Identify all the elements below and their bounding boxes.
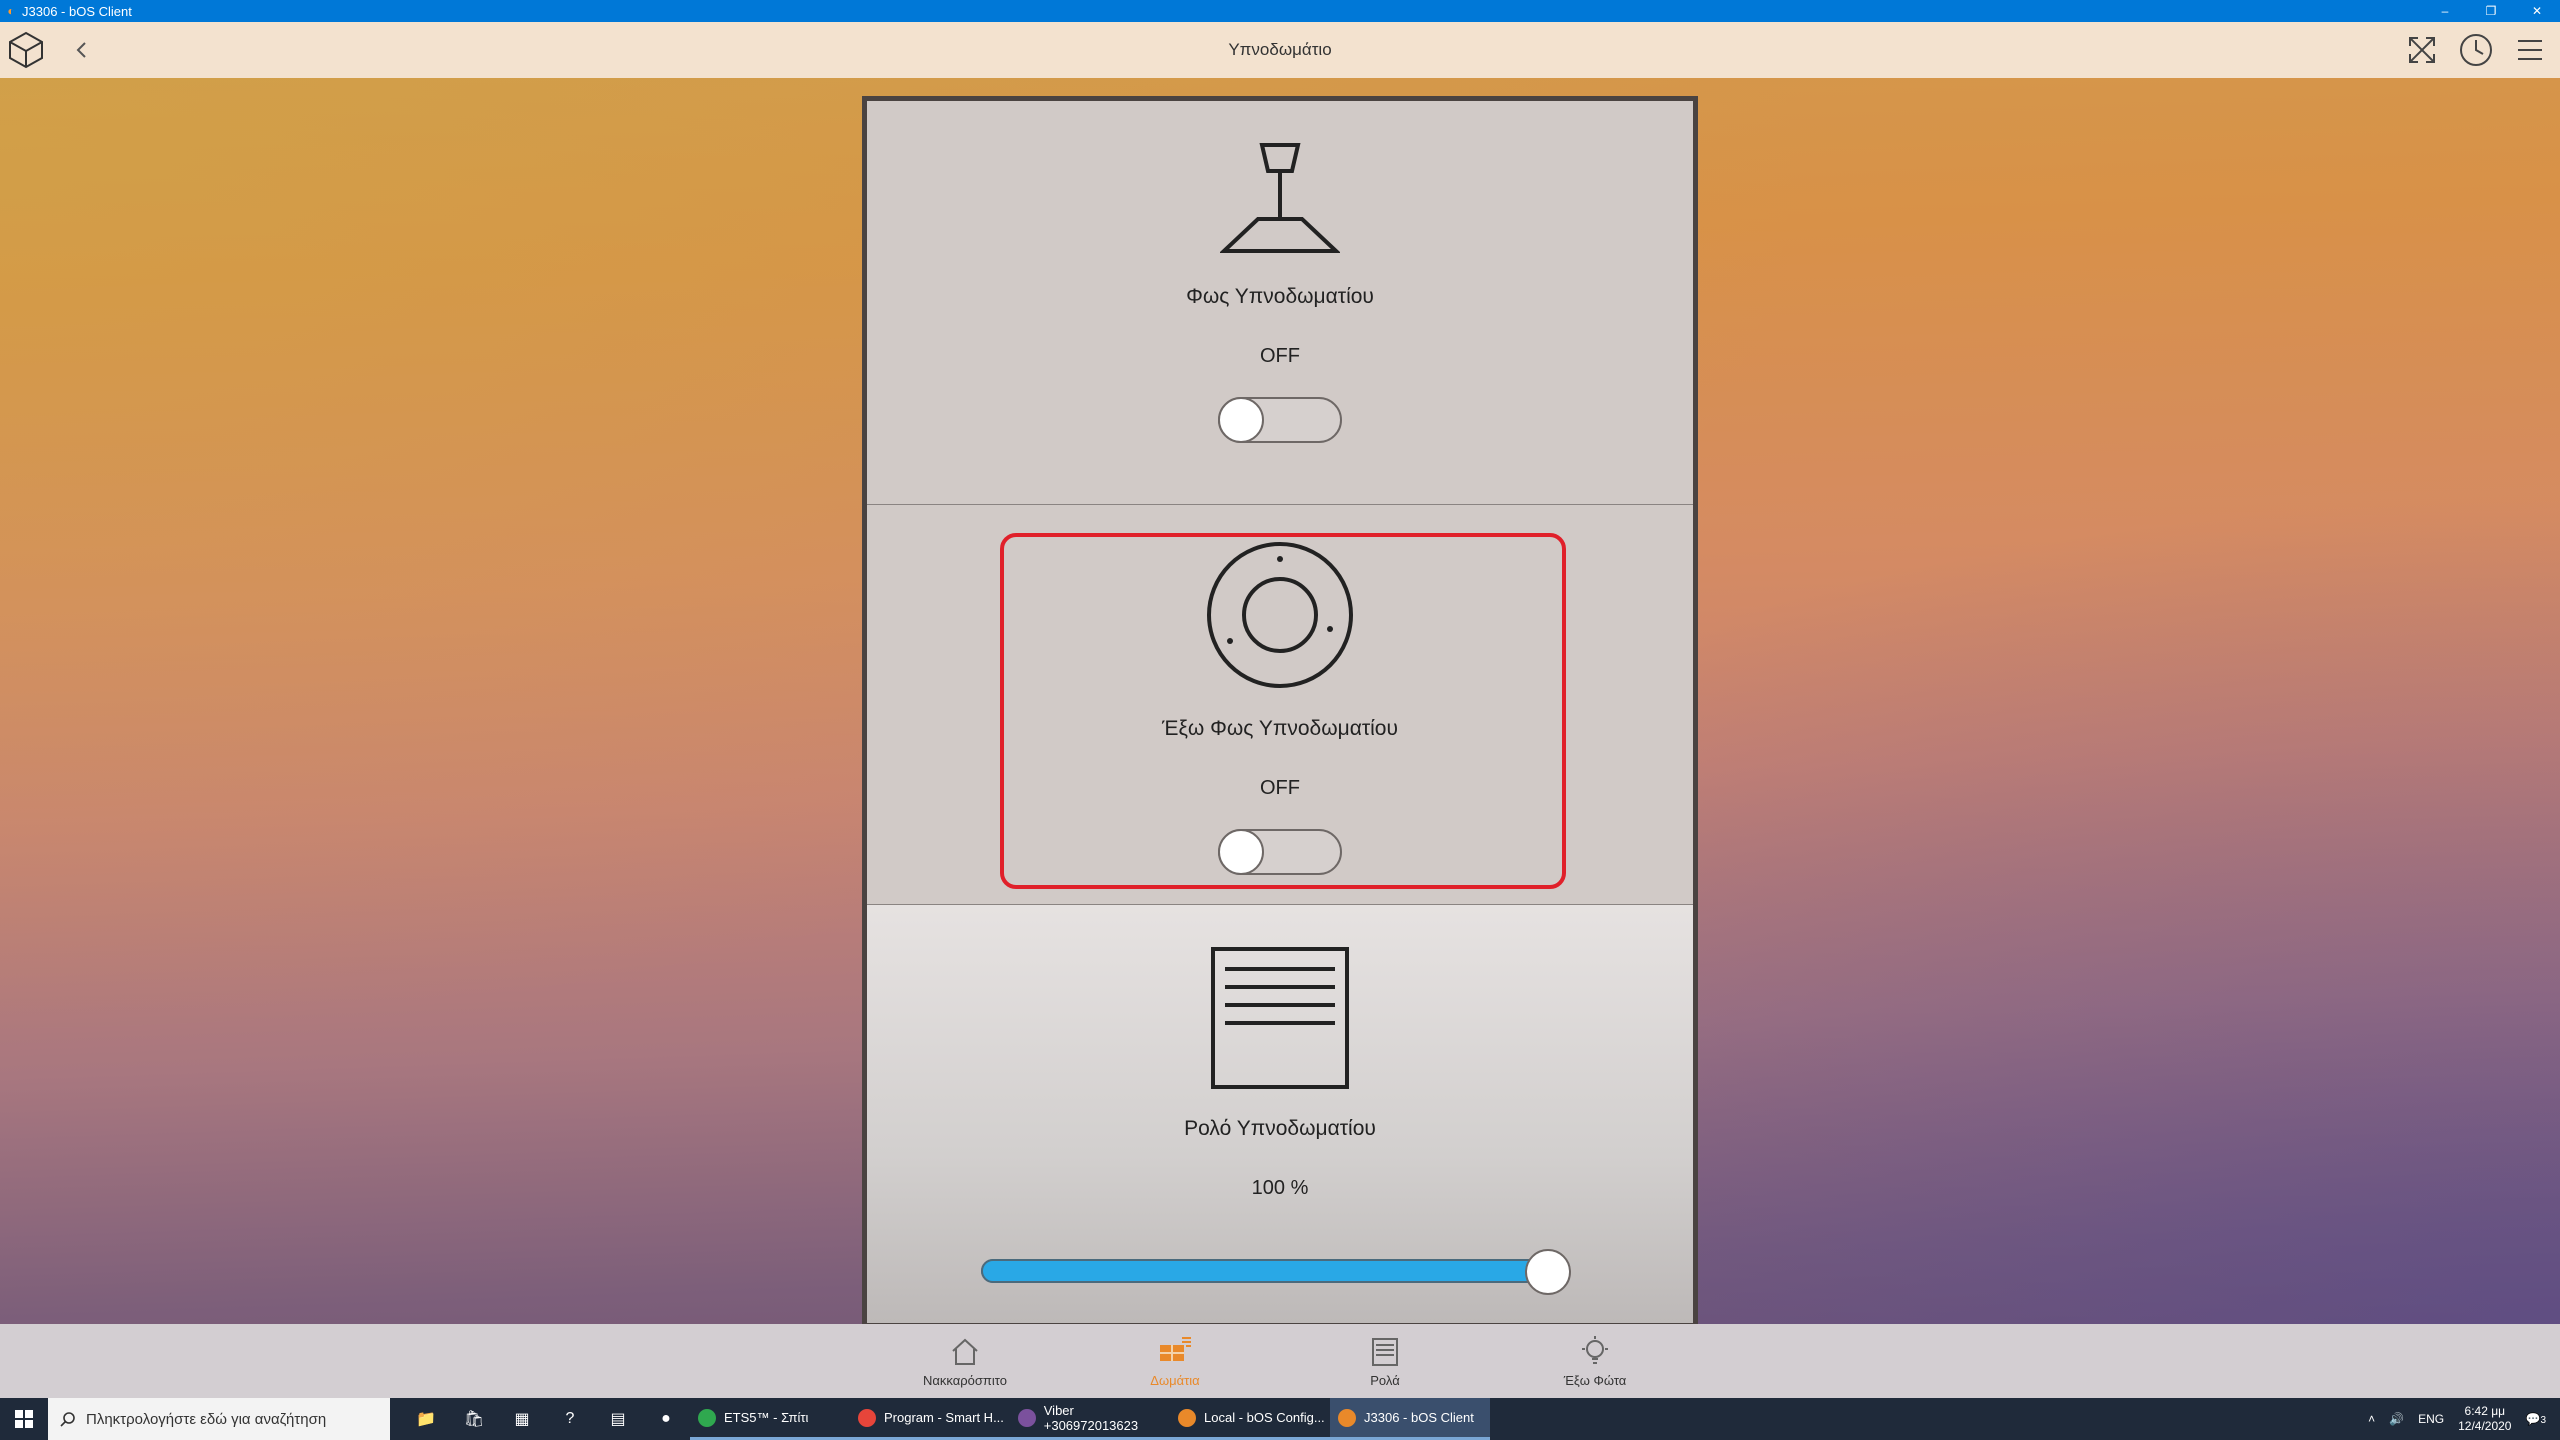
device-label: Φως Υπνοδωματίου <box>1186 285 1374 308</box>
rooms-icon <box>1160 1336 1191 1361</box>
nav-item-outdoor-lights[interactable]: Έξω Φώτα <box>1490 1324 1700 1398</box>
pinned-icons: 📁 🛍 ▦ ? ▤ ● <box>402 1398 690 1440</box>
outdoor-light-icon <box>1582 1335 1608 1364</box>
clock-date: 12/4/2020 <box>2458 1419 2512 1433</box>
search-icon <box>60 1412 75 1427</box>
taskbar-search[interactable]: Πληκτρολογήστε εδώ για αναζήτηση <box>48 1398 390 1440</box>
start-button[interactable] <box>0 1398 48 1440</box>
see-app-icon[interactable]: ▦ <box>498 1398 546 1440</box>
store-icon[interactable]: 🛍 <box>450 1398 498 1440</box>
close-button[interactable]: ✕ <box>2514 0 2560 22</box>
outdoor-light-toggle[interactable] <box>1218 829 1342 875</box>
ets5-icon <box>698 1408 716 1427</box>
device-card-outdoor-light: Έξω Φως Υπνοδωματίου OFF <box>867 505 1693 905</box>
device-label: Έξω Φως Υπνοδωματίου <box>1162 717 1398 740</box>
bos-cube-logo-icon[interactable] <box>6 30 46 70</box>
window-titlebar: ◐ J3306 - bOS Client – ❐ ✕ <box>0 0 2560 22</box>
taskbar-app-label: Local - bOS Config... <box>1204 1410 1325 1425</box>
chevron-up-icon[interactable]: ˄ <box>2368 1412 2375 1426</box>
window-title: J3306 - bOS Client <box>22 3 132 19</box>
taskbar-app-chrome[interactable]: Program - Smart H... <box>850 1398 1010 1440</box>
pendant-lamp-icon <box>1220 143 1340 253</box>
nav-item-shutters[interactable]: Ρολά <box>1280 1324 1490 1398</box>
taskbar-app-viber[interactable]: Viber +306972013623 <box>1010 1398 1170 1440</box>
slider-thumb[interactable] <box>1525 1249 1571 1295</box>
toggle-knob <box>1218 397 1264 443</box>
history-clock-icon[interactable] <box>2456 30 2496 70</box>
device-status: OFF <box>1260 777 1300 799</box>
taskbar-app-label: Program - Smart H... <box>884 1410 1004 1425</box>
device-card-bedroom-light: Φως Υπνοδωματίου OFF <box>867 101 1693 505</box>
restore-button[interactable]: ❐ <box>2468 0 2514 22</box>
bos-client-icon <box>1338 1408 1356 1427</box>
clock[interactable]: 6:42 μμ 12/4/2020 <box>2458 1404 2511 1434</box>
app-logo-icon: ◐ <box>7 4 15 18</box>
bottom-nav: Νακκαρόσπιτο Δωμάτια Ρολά Έξω Φώτα <box>0 1324 2560 1398</box>
viber-icon <box>1018 1408 1036 1427</box>
hamburger-menu-icon[interactable] <box>2510 30 2550 70</box>
shutter-icon <box>1211 947 1349 1089</box>
fullscreen-icon[interactable] <box>2402 30 2442 70</box>
bos-config-icon <box>1178 1408 1196 1427</box>
input-language[interactable]: ENG <box>2418 1412 2444 1426</box>
taskbar-app-label: J3306 - bOS Client <box>1364 1410 1474 1425</box>
device-status: 100 % <box>1251 1177 1309 1199</box>
toggle-knob <box>1218 829 1264 875</box>
notification-icon[interactable]: 💬3 <box>2525 1412 2546 1426</box>
windows-logo-icon <box>15 1410 33 1428</box>
home-icon <box>952 1338 978 1365</box>
help-icon[interactable]: ? <box>546 1398 594 1440</box>
back-chevron-icon[interactable] <box>70 35 94 65</box>
system-tray: ˄ 🔊 ENG 6:42 μμ 12/4/2020 💬3 <box>2368 1404 2560 1434</box>
round-light-icon <box>1207 542 1353 688</box>
volume-icon[interactable]: 🔊 <box>2389 1412 2404 1426</box>
taskbar-app-label: Viber +306972013623 <box>1043 1402 1139 1433</box>
notification-count: 3 <box>2540 1415 2546 1426</box>
nav-label: Νακκαρόσπιτο <box>923 1372 1007 1388</box>
app-area: Υπνοδωμάτιο Φως Υπνοδωματίου OFF Έξω Φως… <box>0 22 2560 1398</box>
page-title: Υπνοδωμάτιο <box>1228 40 1332 59</box>
slider-fill <box>981 1259 1561 1283</box>
nav-item-home[interactable]: Νακκαρόσπιτο <box>860 1324 1070 1398</box>
device-status: OFF <box>1260 345 1300 367</box>
device-panel: Φως Υπνοδωματίου OFF Έξω Φως Υπνοδωματίο… <box>862 96 1698 1328</box>
taskbar-app-label: ETS5™ - Σπίτι <box>724 1410 809 1425</box>
nav-label: Ρολά <box>1370 1372 1400 1388</box>
nav-label: Δωμάτια <box>1150 1372 1200 1388</box>
nav-label: Έξω Φώτα <box>1563 1372 1627 1388</box>
clock-time: 6:42 μμ <box>2464 1404 2506 1418</box>
search-placeholder: Πληκτρολογήστε εδώ για αναζήτηση <box>86 1410 327 1428</box>
taskbar-app-bos-client[interactable]: J3306 - bOS Client <box>1330 1398 1490 1440</box>
device-label: Ρολό Υπνοδωματίου <box>1184 1117 1376 1140</box>
file-explorer-icon[interactable]: 📁 <box>402 1398 450 1440</box>
app-header: Υπνοδωμάτιο <box>0 22 2560 78</box>
shutter-icon <box>1372 1337 1398 1366</box>
window-controls: – ❐ ✕ <box>2422 0 2560 22</box>
taskbar-app-bos-config[interactable]: Local - bOS Config... <box>1170 1398 1330 1440</box>
chrome-icon <box>858 1408 876 1427</box>
shutter-level-slider[interactable] <box>981 1249 1579 1295</box>
device-card-shutter: Ρολό Υπνοδωματίου 100 % <box>867 905 1693 1323</box>
calculator-icon[interactable]: ▤ <box>594 1398 642 1440</box>
taskbar-app-ets5[interactable]: ETS5™ - Σπίτι <box>690 1398 850 1440</box>
minimize-button[interactable]: – <box>2422 0 2468 22</box>
bedroom-light-toggle[interactable] <box>1218 397 1342 443</box>
header-actions <box>2402 30 2560 70</box>
nav-item-rooms[interactable]: Δωμάτια <box>1070 1324 1280 1398</box>
utorrent-icon[interactable]: ● <box>642 1398 690 1440</box>
taskbar: Πληκτρολογήστε εδώ για αναζήτηση 📁 🛍 ▦ ?… <box>0 1398 2560 1440</box>
